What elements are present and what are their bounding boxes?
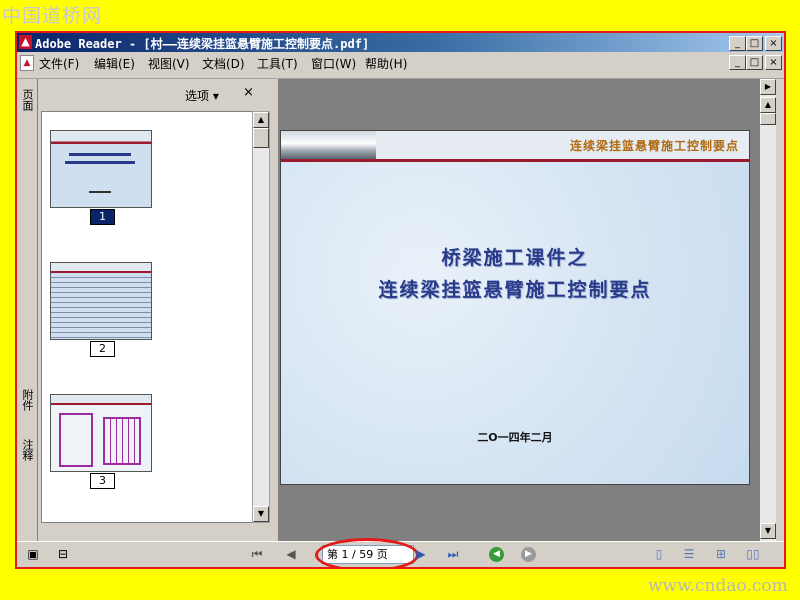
thumbnail-diagram — [103, 417, 141, 465]
thumbnail-list: 1 2 3 — [41, 111, 253, 523]
slide-title-line2: 连续梁挂篮悬臂施工控制要点 — [378, 279, 652, 301]
first-page-icon[interactable]: ⏮ — [249, 546, 265, 562]
pdf-page: 连续梁挂篮悬臂施工控制要点 桥梁施工课件之 连续梁挂篮悬臂施工控制要点 二O一四… — [280, 130, 750, 485]
menu-bar: ▲ 文件(F) 编辑(E) 视图(V) 文档(D) 工具(T) 窗口(W) 帮助… — [17, 52, 784, 72]
train-image — [281, 131, 376, 159]
navigation-tabs: 页面 附件 注释 — [17, 79, 38, 541]
doc-restore-button[interactable]: □ — [746, 55, 763, 70]
page-thumbnail-2[interactable] — [50, 262, 152, 340]
menu-edit[interactable]: 编辑(E) — [94, 55, 135, 72]
status-bar: ▣ ⊟ ⏮ ◀ 第 1 / 59 页 ▶ ⏭ ◀ ▶ ▯ ☰ ⊞ ▯▯ — [17, 538, 784, 567]
window-title: Adobe Reader - [村——连续梁挂篮悬臂施工控制要点.pdf] — [35, 37, 370, 51]
next-page-icon[interactable]: ▶ — [413, 546, 429, 562]
page-layout-icon[interactable]: ▣ — [25, 546, 41, 562]
doc-minimize-button[interactable]: _ — [729, 55, 746, 70]
go-forward-icon[interactable]: ▶ — [521, 547, 536, 562]
split-arrow-icon[interactable]: ▶ — [760, 79, 776, 95]
scroll-thumb[interactable] — [253, 128, 269, 148]
slide-date: 二O一四年二月 — [477, 431, 553, 444]
page-number-label[interactable]: 3 — [90, 473, 115, 489]
scroll-down-icon[interactable]: ▼ — [253, 506, 269, 522]
menu-file[interactable]: 文件(F) — [39, 55, 79, 72]
scroll-thumb[interactable] — [760, 113, 776, 125]
document-icon: ▲ — [20, 55, 34, 71]
menu-document[interactable]: 文档(D) — [202, 55, 245, 72]
page-number-label[interactable]: 2 — [90, 341, 115, 357]
slide-header-title: 连续梁挂篮悬臂施工控制要点 — [569, 139, 739, 153]
thumbnail-scrollbar[interactable]: ▲ ▼ — [252, 111, 270, 523]
adobe-reader-icon: ▲ — [19, 35, 32, 49]
scroll-down-icon[interactable]: ▼ — [760, 523, 776, 539]
page-size-icon[interactable]: ⊟ — [55, 546, 71, 562]
menu-window[interactable]: 窗口(W) — [311, 55, 356, 72]
watermark-url: www.cndao.com — [648, 576, 788, 596]
close-button[interactable]: × — [765, 36, 782, 51]
tab-pages[interactable]: 页面 — [19, 89, 35, 129]
slide-title-line1: 桥梁施工课件之 — [441, 247, 589, 269]
page-thumbnail-1[interactable] — [50, 130, 152, 208]
document-scrollbar[interactable]: ▶ ▲ ▼ — [760, 79, 776, 541]
slide-header: 连续梁挂篮悬臂施工控制要点 — [281, 131, 749, 162]
continuous-facing-icon[interactable]: ▯▯ — [745, 546, 761, 562]
page-thumbnail-3[interactable] — [50, 394, 152, 472]
thumbnail-diagram — [59, 413, 93, 467]
watermark-logo-text: 中国道桥网 — [2, 5, 103, 27]
single-page-icon[interactable]: ▯ — [651, 546, 667, 562]
doc-close-button[interactable]: × — [765, 55, 782, 70]
thumbnail-title-line — [65, 161, 135, 164]
toolbar-strip — [17, 72, 784, 79]
reader-window: ▲ Adobe Reader - [村——连续梁挂篮悬臂施工控制要点.pdf] … — [15, 31, 786, 569]
thumbnail-header — [51, 263, 151, 273]
title-bar: ▲ Adobe Reader - [村——连续梁挂篮悬臂施工控制要点.pdf] … — [17, 33, 784, 52]
maximize-button[interactable]: □ — [746, 36, 763, 51]
previous-page-icon[interactable]: ◀ — [283, 546, 299, 562]
menu-help[interactable]: 帮助(H) — [365, 55, 407, 72]
highlight-ellipse — [315, 538, 419, 567]
go-back-icon[interactable]: ◀ — [489, 547, 504, 562]
tab-attachments[interactable]: 附件 — [19, 389, 35, 429]
page-number-label[interactable]: 1 — [90, 209, 115, 225]
scroll-up-icon[interactable]: ▲ — [253, 112, 269, 128]
tab-comments[interactable]: 注释 — [19, 439, 35, 479]
continuous-icon[interactable]: ☰ — [681, 546, 697, 562]
scroll-up-icon[interactable]: ▲ — [760, 97, 776, 113]
thumbnail-date-line — [89, 191, 111, 193]
menu-view[interactable]: 视图(V) — [148, 55, 190, 72]
thumbnail-header — [51, 395, 151, 405]
panel-close-button[interactable]: × — [243, 85, 254, 100]
last-page-icon[interactable]: ⏭ — [445, 546, 461, 562]
minimize-button[interactable]: _ — [729, 36, 746, 51]
options-menu-button[interactable]: 选项 ▾ — [185, 87, 219, 104]
pages-panel: 选项 ▾ × 1 2 3 ▲ ▼ — [38, 79, 272, 541]
facing-icon[interactable]: ⊞ — [713, 546, 729, 562]
menu-tools[interactable]: 工具(T) — [257, 55, 298, 72]
thumbnail-title-line — [69, 153, 131, 156]
